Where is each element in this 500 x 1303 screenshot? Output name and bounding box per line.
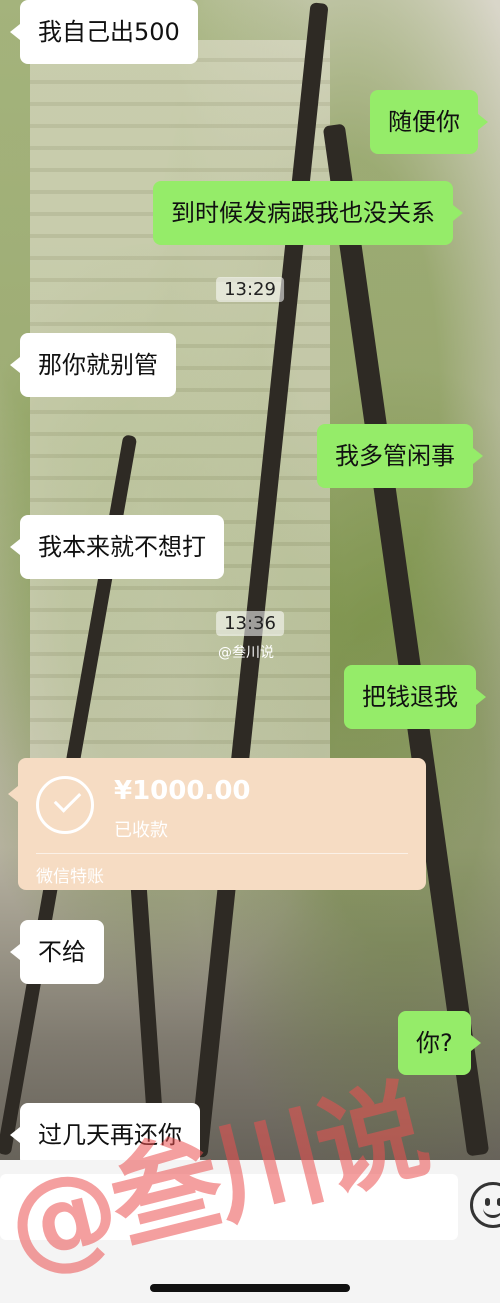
- emoji-icon[interactable]: [470, 1182, 500, 1228]
- message-bubble[interactable]: 那你就别管: [10, 333, 176, 397]
- transfer-amount: ¥1000.00: [114, 776, 251, 806]
- message-bubble[interactable]: 我自己出500: [10, 0, 198, 64]
- timestamp: 13:29: [216, 277, 284, 302]
- timestamp: 13:36: [216, 611, 284, 636]
- message-bubble[interactable]: 随便你: [370, 90, 488, 154]
- message-bubble[interactable]: 不给: [10, 920, 104, 984]
- home-indicator[interactable]: [150, 1284, 350, 1292]
- transfer-status: 已收款: [114, 820, 168, 841]
- divider: [36, 853, 408, 854]
- message-bubble[interactable]: 把钱退我: [344, 665, 486, 729]
- check-circle-icon: [36, 776, 94, 834]
- chat-screen: 我自己出500 随便你 到时候发病跟我也没关系 13:29 那你就别管 我多管闲…: [0, 0, 500, 1303]
- transfer-card[interactable]: ¥1000.00 已收款 微信特账: [8, 758, 426, 890]
- small-watermark: @叁川说: [218, 645, 274, 661]
- transfer-label: 微信特账: [36, 867, 104, 887]
- message-bubble[interactable]: 到时候发病跟我也没关系: [153, 181, 463, 245]
- tree-trunk: [322, 123, 490, 1157]
- message-bubble[interactable]: 我多管闲事: [317, 424, 483, 488]
- message-bubble[interactable]: 我本来就不想打: [10, 515, 224, 579]
